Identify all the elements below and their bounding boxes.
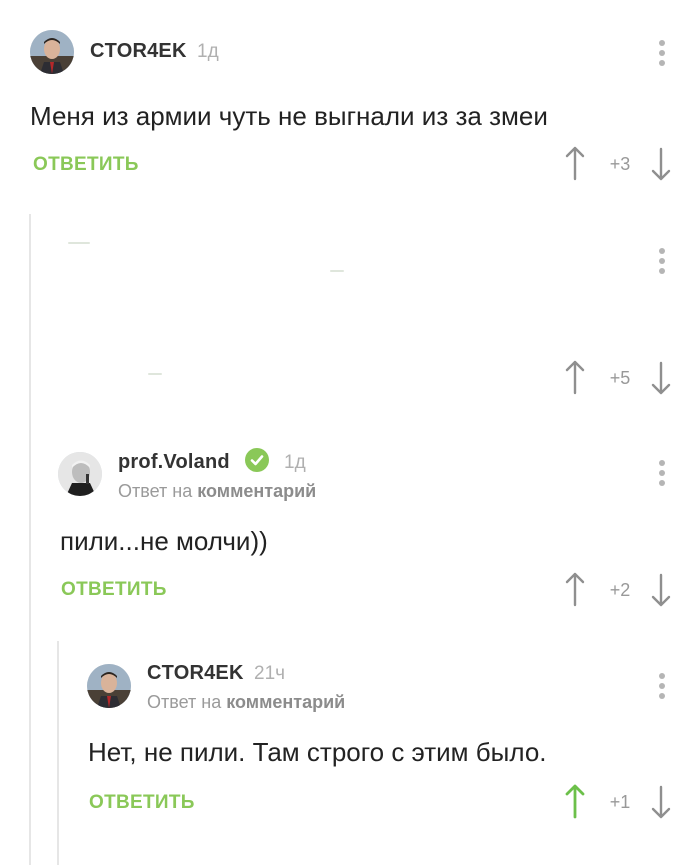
reply-button[interactable]: ОТВЕТИТЬ [89,792,195,814]
verified-check-icon [245,448,269,472]
reply-prefix: Ответ на [118,481,193,501]
avatar[interactable] [30,30,74,74]
username[interactable]: prof.Voland [118,451,230,474]
reply-to-label: Ответ на комментарий [118,481,316,502]
vote-controls: +2 [564,572,674,608]
vote-controls: +3 [564,146,674,182]
kebab-menu-icon[interactable] [658,40,666,66]
reply-to-label: Ответ на комментарий [147,692,345,713]
avatar[interactable] [87,664,131,708]
score: +5 [609,368,631,388]
comment-text: Меня из армии чуть не выгнали из за змеи [30,101,548,131]
upvote-arrow-icon[interactable] [564,784,586,820]
downvote-arrow-icon[interactable] [650,146,672,182]
reply-button[interactable]: ОТВЕТИТЬ [61,579,167,601]
comment-text: пили...не молчи)) [60,526,268,556]
reply-prefix: Ответ на [147,692,222,712]
kebab-menu-icon[interactable] [658,460,666,486]
timestamp: 1д [197,41,219,62]
comment-text: Нет, не пили. Там строго с этим было. [88,737,547,767]
reply-target-link[interactable]: комментарий [197,481,316,501]
vote-controls: +5 [564,360,674,396]
downvote-arrow-icon[interactable] [650,572,672,608]
downvote-arrow-icon[interactable] [650,360,672,396]
reply-button[interactable]: ОТВЕТИТЬ [33,154,139,176]
upvote-arrow-icon[interactable] [564,572,586,608]
username[interactable]: CTOR4EK [147,662,244,685]
avatar[interactable] [58,452,102,496]
score: +3 [609,154,631,174]
kebab-menu-icon[interactable] [658,673,666,699]
reply-target-link[interactable]: комментарий [226,692,345,712]
faded-trace [330,270,344,272]
thread-line-level-1 [29,214,31,865]
timestamp: 21ч [254,663,286,684]
thread-line-level-2 [57,641,59,865]
faded-trace [148,373,162,375]
downvote-arrow-icon[interactable] [650,784,672,820]
faded-trace [68,242,90,244]
score: +2 [609,580,631,600]
score: +1 [609,792,631,812]
upvote-arrow-icon[interactable] [564,146,586,182]
timestamp: 1д [284,452,306,473]
upvote-arrow-icon[interactable] [564,360,586,396]
vote-controls: +1 [564,784,674,820]
username[interactable]: CTOR4EK [90,40,187,63]
kebab-menu-icon[interactable] [658,248,666,274]
